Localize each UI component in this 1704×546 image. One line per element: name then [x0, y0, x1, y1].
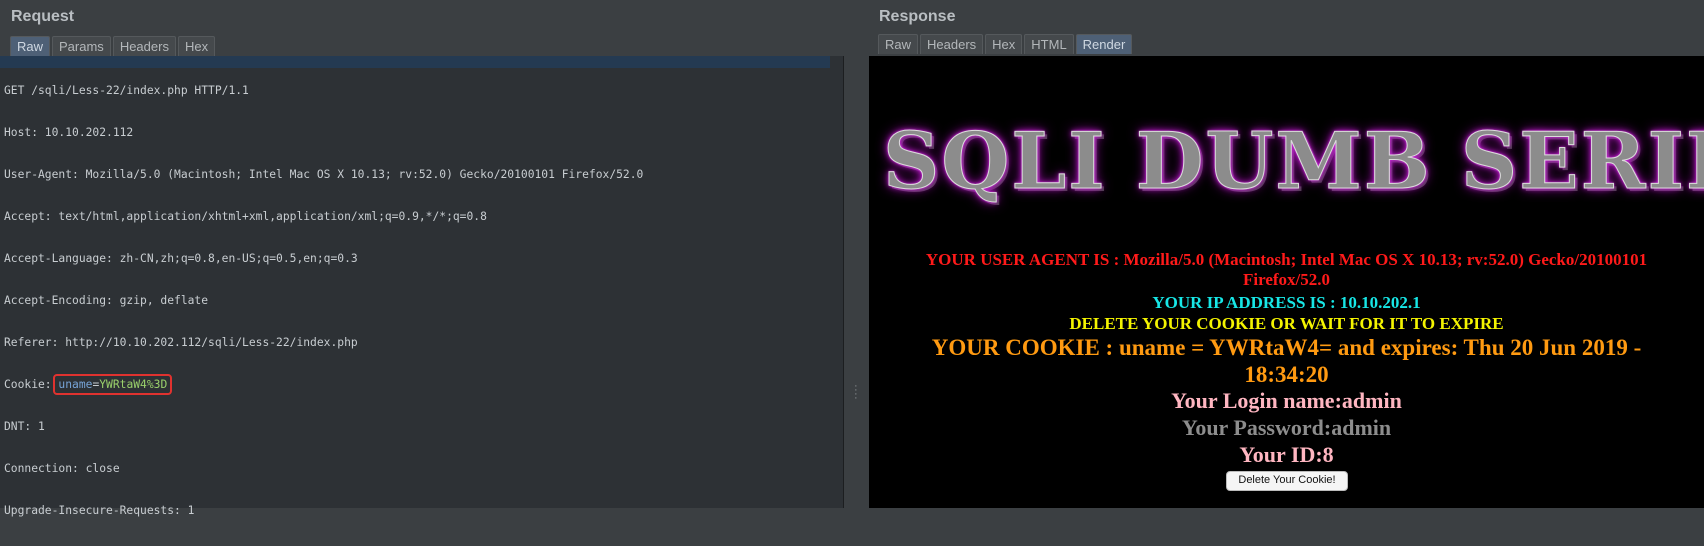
- tab-hex[interactable]: Hex: [985, 34, 1023, 54]
- tab-params[interactable]: Params: [52, 36, 111, 56]
- host-header: Host: 10.10.202.112: [4, 126, 134, 139]
- tab-render[interactable]: Render: [1075, 34, 1133, 54]
- login-name-text: Your Login name:admin: [1171, 388, 1402, 413]
- response-tabs: Raw Headers Hex HTML Render: [878, 34, 1133, 54]
- rendered-page: SQLI DUMB SERIES YOUR USER AGENT IS : Mo…: [869, 56, 1704, 508]
- request-tabs: Raw Params Headers Hex: [10, 36, 216, 56]
- user-agent-text: YOUR USER AGENT IS : Mozilla/5.0 (Macint…: [925, 250, 1648, 289]
- request-line: GET /sqli/Less-22/index.php HTTP/1.1: [4, 84, 249, 97]
- user-id-text: Your ID:8: [1239, 442, 1334, 467]
- request-editor[interactable]: GET /sqli/Less-22/index.php HTTP/1.1 Hos…: [0, 56, 844, 517]
- request-raw-text[interactable]: GET /sqli/Less-22/index.php HTTP/1.1 Hos…: [4, 56, 643, 546]
- dnt-header: DNT: 1: [4, 420, 45, 433]
- cookie-header-label: Cookie:: [4, 378, 59, 391]
- password-text: Your Password:admin: [1181, 415, 1392, 440]
- accept-encoding-header: Accept-Encoding: gzip, deflate: [4, 294, 209, 307]
- cookie-highlight-box: [53, 374, 173, 395]
- tab-html[interactable]: HTML: [1024, 34, 1074, 54]
- request-title: Request: [11, 8, 75, 25]
- ip-address-text: YOUR IP ADDRESS IS : 10.10.202.1: [1152, 293, 1421, 312]
- tab-raw[interactable]: Raw: [878, 34, 919, 54]
- accept-language-header: Accept-Language: zh-CN,zh;q=0.8,en-US;q=…: [4, 252, 358, 265]
- tab-hex[interactable]: Hex: [177, 36, 216, 56]
- delete-cookie-button[interactable]: Delete Your Cookie!: [1226, 471, 1348, 491]
- splitter-grip-icon[interactable]: · · · ·: [854, 381, 860, 404]
- upgrade-insecure-header: Upgrade-Insecure-Requests: 1: [4, 504, 195, 517]
- connection-header: Connection: close: [4, 462, 120, 475]
- tab-headers[interactable]: Headers: [112, 36, 176, 56]
- delete-cookie-notice: DELETE YOUR COOKIE OR WAIT FOR IT TO EXP…: [1069, 314, 1504, 333]
- tab-raw[interactable]: Raw: [10, 36, 51, 56]
- tab-headers[interactable]: Headers: [920, 34, 984, 54]
- cookie-text: YOUR COOKIE : uname = YWRtaW4= and expir…: [931, 335, 1642, 387]
- sqli-banner: SQLI DUMB SERIES: [883, 116, 1704, 208]
- panel-splitter[interactable]: [845, 0, 869, 508]
- response-title: Response: [879, 8, 956, 25]
- accept-header: Accept: text/html,application/xhtml+xml,…: [4, 210, 487, 223]
- request-panel: Request Raw Params Headers Hex GET /sqli…: [0, 0, 845, 517]
- referer-header: Referer: http://10.10.202.112/sqli/Less-…: [4, 336, 358, 349]
- user-agent-header: User-Agent: Mozilla/5.0 (Macintosh; Inte…: [4, 168, 644, 181]
